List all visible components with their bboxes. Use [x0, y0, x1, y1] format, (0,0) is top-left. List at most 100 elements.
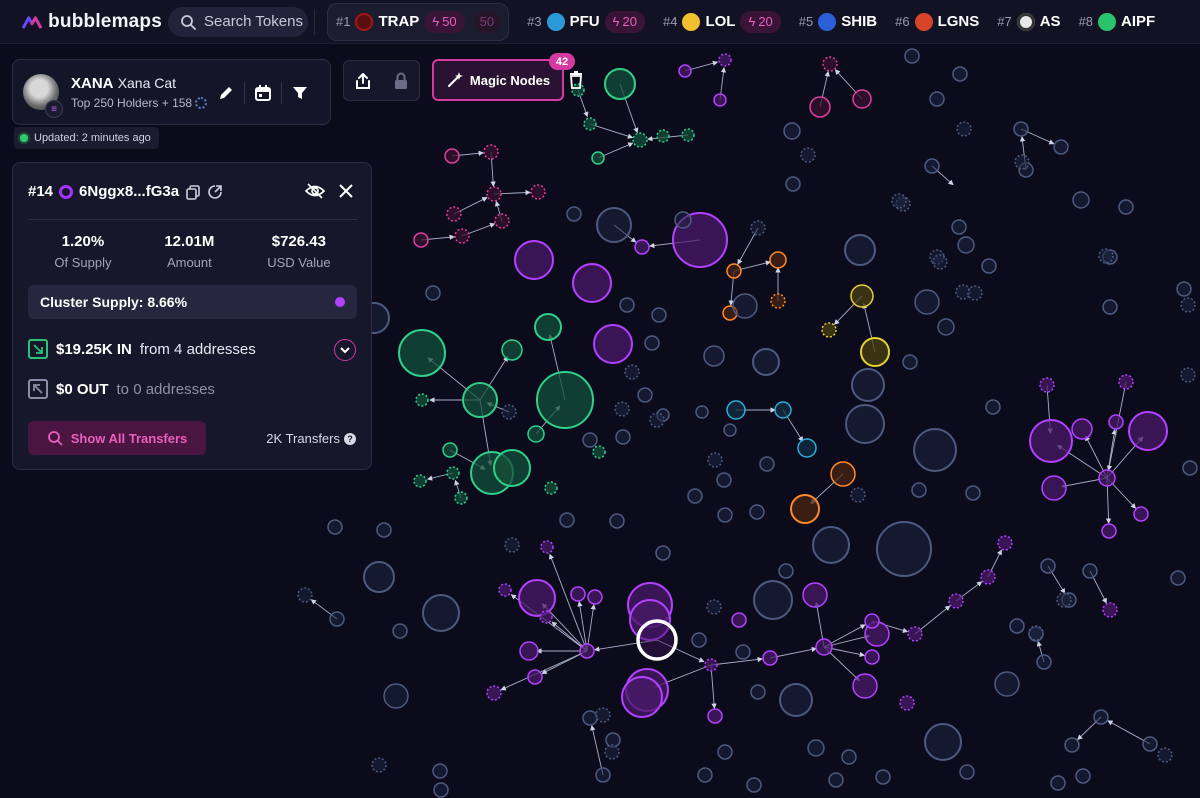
holder-bubble[interactable] [498, 583, 512, 597]
holder-bubble[interactable] [809, 96, 831, 118]
trending-token-6[interactable]: #6 LGNS [895, 3, 979, 41]
holder-bubble[interactable] [413, 232, 429, 248]
holder-bubble[interactable] [955, 284, 971, 300]
holder-bubble[interactable] [907, 626, 923, 642]
holder-bubble[interactable] [446, 466, 460, 480]
holder-bubble[interactable] [1082, 563, 1098, 579]
holder-bubble[interactable] [750, 220, 766, 236]
holder-bubble[interactable] [415, 393, 429, 407]
external-link-icon[interactable] [207, 184, 223, 200]
holder-bubble[interactable] [957, 236, 975, 254]
holder-bubble[interactable] [924, 158, 940, 174]
holder-bubble[interactable] [591, 151, 605, 165]
holder-bubble[interactable] [454, 228, 470, 244]
holder-bubble[interactable] [1102, 299, 1118, 315]
holder-bubble[interactable] [783, 122, 801, 140]
holder-bubble[interactable] [582, 432, 598, 448]
holder-bubble[interactable] [432, 763, 448, 779]
holder-bubble[interactable] [1098, 469, 1116, 487]
holder-bubble[interactable] [1009, 618, 1025, 634]
holder-bubble[interactable] [707, 452, 723, 468]
holder-bubble[interactable] [967, 285, 983, 301]
holder-bubble[interactable] [596, 207, 632, 243]
holder-bubble[interactable] [994, 671, 1020, 697]
holder-bubble[interactable] [1180, 367, 1196, 383]
holder-bubble[interactable] [595, 707, 611, 723]
holder-bubble[interactable] [1039, 377, 1055, 393]
holder-bubble[interactable] [604, 744, 620, 760]
holder-bubble[interactable] [778, 563, 794, 579]
holder-bubble[interactable] [948, 593, 964, 609]
holder-bubble[interactable] [1072, 191, 1090, 209]
holder-bubble[interactable] [1170, 570, 1186, 586]
holder-bubble[interactable] [1098, 248, 1114, 264]
filter-button[interactable] [282, 80, 318, 106]
holder-bubble[interactable] [583, 117, 597, 131]
holder-bubble[interactable] [691, 632, 707, 648]
holder-bubble[interactable] [609, 513, 625, 529]
holder-bubble[interactable] [706, 599, 722, 615]
holder-bubble[interactable] [951, 219, 967, 235]
holder-bubble[interactable] [655, 545, 671, 561]
expand-in-button[interactable] [334, 339, 356, 361]
holder-bubble[interactable] [1102, 602, 1118, 618]
close-icon[interactable] [339, 184, 353, 198]
copy-icon[interactable] [185, 184, 201, 200]
holder-bubble[interactable] [392, 623, 408, 639]
holder-bubble[interactable] [1128, 411, 1168, 451]
holder-bubble[interactable] [762, 650, 778, 666]
holder-bubble[interactable] [1040, 558, 1056, 574]
holder-bubble[interactable] [1180, 297, 1196, 313]
holder-bubble[interactable] [614, 401, 630, 417]
holder-bubble[interactable] [981, 258, 997, 274]
holder-bubble[interactable] [821, 322, 837, 338]
holder-bubble[interactable] [704, 658, 718, 672]
holder-bubble[interactable] [383, 683, 409, 709]
holder-bubble[interactable] [644, 335, 660, 351]
holder-bubble[interactable] [1071, 418, 1093, 440]
holder-bubble[interactable] [899, 695, 915, 711]
holder-bubble[interactable] [327, 519, 343, 535]
holder-bubble[interactable] [501, 404, 517, 420]
holder-bubble[interactable] [539, 610, 553, 624]
holder-bubble[interactable] [769, 251, 787, 269]
holder-bubble[interactable] [1036, 654, 1052, 670]
holder-bubble[interactable] [891, 193, 907, 209]
holder-bubble[interactable] [749, 504, 765, 520]
holder-bubble[interactable] [493, 449, 531, 487]
holder-bubble[interactable] [716, 472, 732, 488]
holder-bubble[interactable] [713, 93, 727, 107]
cluster-supply-row[interactable]: Cluster Supply: 8.66% [28, 285, 357, 319]
holder-bubble[interactable] [852, 673, 878, 699]
holder-bubble[interactable] [678, 64, 692, 78]
holder-bubble[interactable] [902, 354, 918, 370]
holder-bubble[interactable] [632, 132, 648, 148]
holder-bubble[interactable] [800, 147, 816, 163]
holder-bubble[interactable] [750, 684, 766, 700]
holder-bubble[interactable] [851, 368, 885, 402]
holder-bubble[interactable] [802, 582, 828, 608]
holder-bubble[interactable] [534, 313, 562, 341]
holder-bubble[interactable] [425, 285, 441, 301]
holder-bubble[interactable] [1108, 414, 1124, 430]
holder-bubble[interactable] [1041, 475, 1067, 501]
holder-bubble[interactable] [1142, 736, 1158, 752]
holder-bubble[interactable] [656, 129, 670, 143]
holder-bubble[interactable] [924, 723, 962, 761]
holder-bubble[interactable] [752, 348, 780, 376]
holder-bubble[interactable] [850, 487, 866, 503]
edit-button[interactable] [208, 80, 244, 106]
holder-bubble[interactable] [929, 91, 945, 107]
holder-bubble[interactable] [540, 540, 554, 554]
holder-bubble[interactable] [376, 522, 392, 538]
boost-badge[interactable]: ϟ 20 [740, 10, 781, 33]
boost-badge[interactable]: ϟ 20 [604, 10, 645, 33]
holder-bubble[interactable] [619, 297, 635, 313]
holder-bubble[interactable] [572, 263, 612, 303]
holder-bubble[interactable] [1064, 737, 1080, 753]
holder-bubble[interactable] [864, 649, 880, 665]
holder-bubble[interactable] [329, 611, 345, 627]
holder-bubble[interactable] [785, 176, 801, 192]
trending-token-1[interactable]: #1 TRAP ϟ 50 50 [327, 2, 510, 41]
holder-bubble[interactable] [965, 485, 981, 501]
